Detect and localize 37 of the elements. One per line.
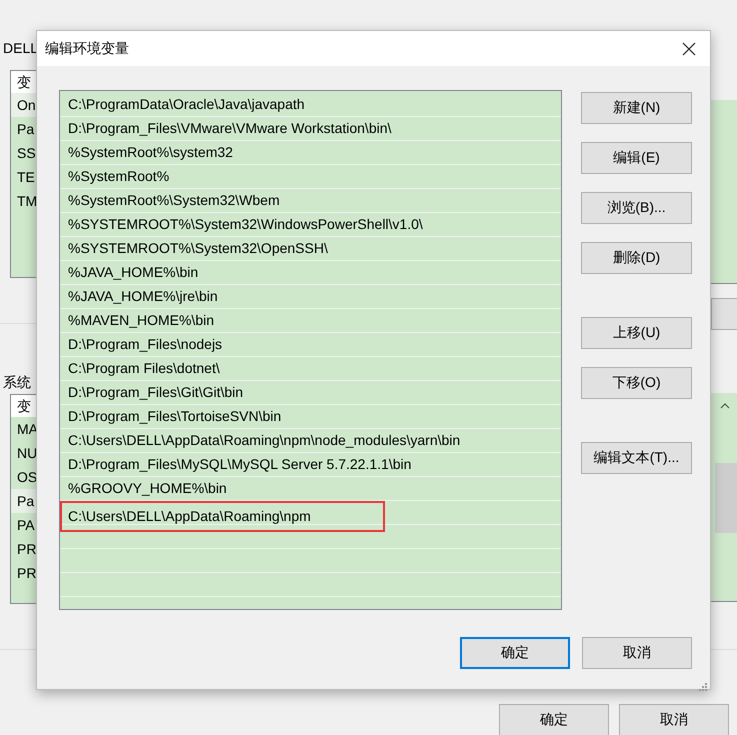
path-entry[interactable]: %JAVA_HOME%\bin [62,261,559,285]
path-entry[interactable]: %MAVEN_HOME%\bin [62,309,559,333]
user-variables-label: DELL [3,39,38,58]
resize-grip-icon[interactable] [698,682,708,692]
path-entry[interactable]: C:\ProgramData\Oracle\Java\javapath [62,93,559,117]
scroll-up-icon[interactable] [720,403,730,409]
path-entry[interactable]: %SYSTEMROOT%\System32\WindowsPowerShell\v1.0\ [62,213,559,237]
path-entry[interactable]: %GROOVY_HOME%\bin [62,477,559,501]
path-entry[interactable]: %SystemRoot% [62,165,559,189]
cancel-button[interactable]: 取消 [582,637,692,669]
scrollbar-thumb[interactable] [715,463,737,533]
path-entry[interactable]: C:\Users\DELL\AppData\Roaming\npm [62,503,383,530]
path-entry[interactable]: C:\Users\DELL\AppData\Roaming\npm\node_modules\yarn\bin [62,429,559,453]
side-button[interactable]: 下移(O) [581,367,692,399]
path-entry[interactable]: %SystemRoot%\system32 [62,141,559,165]
side-button[interactable]: 上移(U) [581,317,692,349]
path-entry[interactable]: D:\Program_Files\MySQL\MySQL Server 5.7.22.1.1\bin [62,453,559,477]
button-edge[interactable] [711,298,737,330]
path-entry[interactable]: D:\Program_Files\Git\Git\bin [62,381,559,405]
path-entry[interactable]: %SystemRoot%\System32\Wbem [62,189,559,213]
close-icon[interactable] [682,42,696,56]
side-button[interactable]: 新建(N) [581,92,692,124]
path-entry[interactable]: D:\Program_Files\VMware\VMware Workstation\bin\ [62,117,559,141]
path-entry[interactable]: D:\Program_Files\nodejs [62,333,559,357]
ok-button[interactable]: 确定 [460,637,570,669]
side-button[interactable]: 浏览(B)... [581,192,692,224]
side-button[interactable]: 编辑文本(T)... [581,442,692,474]
side-button[interactable]: 删除(D) [581,242,692,274]
path-entry[interactable]: D:\Program_Files\TortoiseSVN\bin [62,405,559,429]
system-variables-label: 系统 [3,373,31,392]
side-button[interactable]: 编辑(E) [581,142,692,174]
dialog-button[interactable]: 取消 [619,704,729,735]
path-entry[interactable]: %JAVA_HOME%\jre\bin [62,285,559,309]
path-entry[interactable]: %SYSTEMROOT%\System32\OpenSSH\ [62,237,559,261]
window-title: 编辑环境变量 [45,40,129,58]
path-entry[interactable]: C:\Program Files\dotnet\ [62,357,559,381]
dialog-button[interactable]: 确定 [499,704,609,735]
